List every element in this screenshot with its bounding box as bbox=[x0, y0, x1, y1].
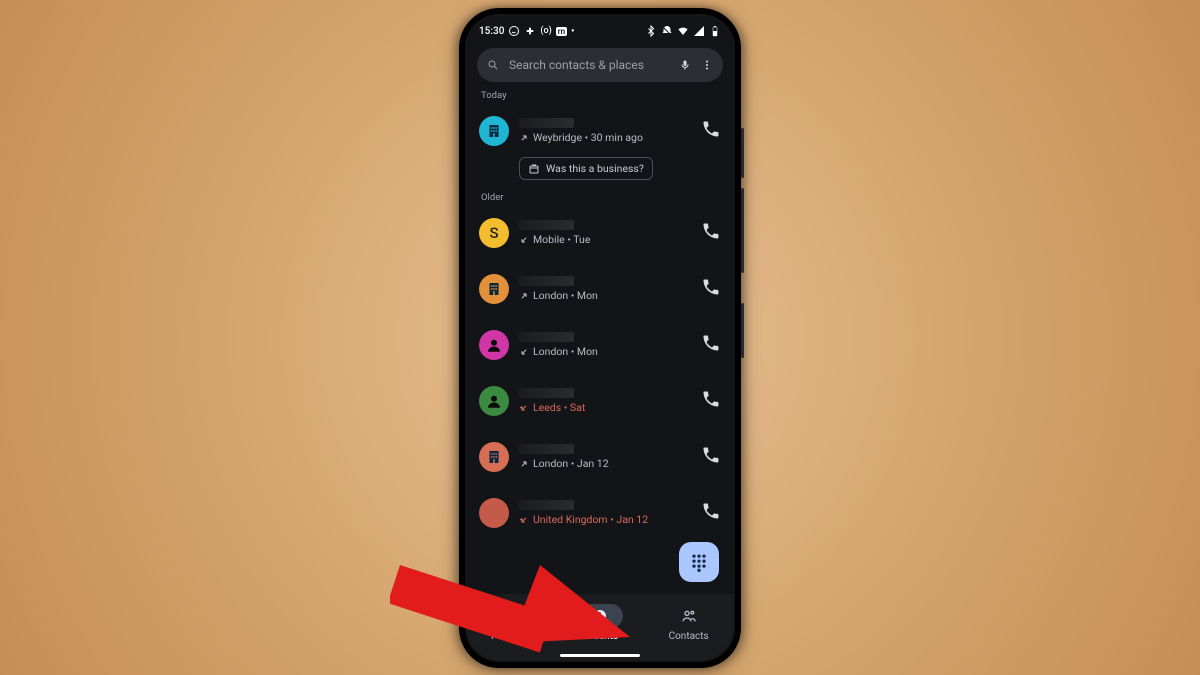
contact-name-redacted bbox=[519, 220, 574, 230]
clock-icon bbox=[592, 608, 608, 624]
wifi-icon bbox=[677, 25, 689, 37]
status-app-label: (o) bbox=[540, 26, 551, 36]
call-row[interactable]: London • Mon bbox=[467, 261, 733, 317]
contacts-icon bbox=[681, 608, 697, 624]
call-subtext: Leeds • Sat bbox=[519, 401, 691, 414]
call-button[interactable] bbox=[701, 501, 721, 525]
business-chip[interactable]: Was this a business? bbox=[519, 157, 653, 180]
dialpad-icon bbox=[689, 552, 709, 572]
bottom-nav: Favorites Recents Contacts bbox=[467, 594, 733, 660]
call-subtext: London • Jan 12 bbox=[519, 457, 691, 470]
call-subtext: Mobile • Tue bbox=[519, 233, 691, 246]
overflow-icon[interactable] bbox=[701, 59, 713, 71]
call-row[interactable]: United Kingdom • Jan 12 bbox=[467, 485, 733, 541]
contact-name-redacted bbox=[519, 276, 574, 286]
section-older: Older bbox=[467, 192, 733, 203]
call-button[interactable] bbox=[701, 277, 721, 301]
call-row[interactable]: Weybridge • 30 min ago bbox=[467, 103, 733, 159]
call-subtext: United Kingdom • Jan 12 bbox=[519, 513, 691, 526]
status-app-badge: rn bbox=[556, 27, 567, 36]
contact-name-redacted bbox=[519, 444, 574, 454]
whatsapp-icon bbox=[508, 25, 520, 37]
phone-side-button bbox=[741, 128, 744, 178]
tab-label: Recents bbox=[582, 631, 618, 642]
call-button[interactable] bbox=[701, 221, 721, 245]
call-button[interactable] bbox=[701, 445, 721, 469]
slack-icon bbox=[524, 25, 536, 37]
avatar bbox=[479, 498, 509, 528]
avatar bbox=[479, 442, 509, 472]
phone-frame: 15:30 (o) rn • Search conta bbox=[459, 8, 741, 668]
avatar bbox=[479, 330, 509, 360]
call-row[interactable]: London • Jan 12 bbox=[467, 429, 733, 485]
avatar bbox=[479, 386, 509, 416]
tab-recents[interactable]: Recents bbox=[560, 604, 640, 642]
phone-screen: 15:30 (o) rn • Search conta bbox=[467, 16, 733, 660]
home-indicator[interactable] bbox=[560, 654, 640, 657]
status-bar: 15:30 (o) rn • bbox=[467, 16, 733, 42]
avatar bbox=[479, 274, 509, 304]
call-subtext: London • Mon bbox=[519, 345, 691, 358]
search-bar[interactable]: Search contacts & places bbox=[477, 48, 723, 82]
bluetooth-icon bbox=[645, 25, 657, 37]
call-button[interactable] bbox=[701, 389, 721, 413]
dnd-icon bbox=[661, 25, 673, 37]
star-icon bbox=[503, 608, 519, 624]
search-icon bbox=[487, 59, 499, 71]
call-row[interactable]: Leeds • Sat bbox=[467, 373, 733, 429]
signal-icon bbox=[693, 25, 705, 37]
tab-contacts[interactable]: Contacts bbox=[649, 604, 729, 642]
call-button[interactable] bbox=[701, 119, 721, 143]
avatar bbox=[479, 116, 509, 146]
section-today: Today bbox=[467, 90, 733, 101]
search-placeholder: Search contacts & places bbox=[509, 58, 669, 72]
call-subtext: Weybridge • 30 min ago bbox=[519, 131, 691, 144]
tab-label: Favorites bbox=[491, 631, 532, 642]
contact-name-redacted bbox=[519, 500, 574, 510]
clock: 15:30 bbox=[479, 26, 504, 37]
tab-favorites[interactable]: Favorites bbox=[471, 604, 551, 642]
call-row[interactable]: S Mobile • Tue bbox=[467, 205, 733, 261]
dialpad-fab[interactable] bbox=[679, 542, 719, 582]
phone-side-button bbox=[741, 188, 744, 273]
call-button[interactable] bbox=[701, 333, 721, 357]
battery-icon bbox=[709, 25, 721, 37]
contact-name-redacted bbox=[519, 388, 574, 398]
phone-side-button bbox=[741, 303, 744, 358]
call-subtext: London • Mon bbox=[519, 289, 691, 302]
contact-name-redacted bbox=[519, 118, 574, 128]
call-row[interactable]: London • Mon bbox=[467, 317, 733, 373]
mic-icon[interactable] bbox=[679, 59, 691, 71]
contact-name-redacted bbox=[519, 332, 574, 342]
tab-label: Contacts bbox=[669, 631, 709, 642]
avatar: S bbox=[479, 218, 509, 248]
